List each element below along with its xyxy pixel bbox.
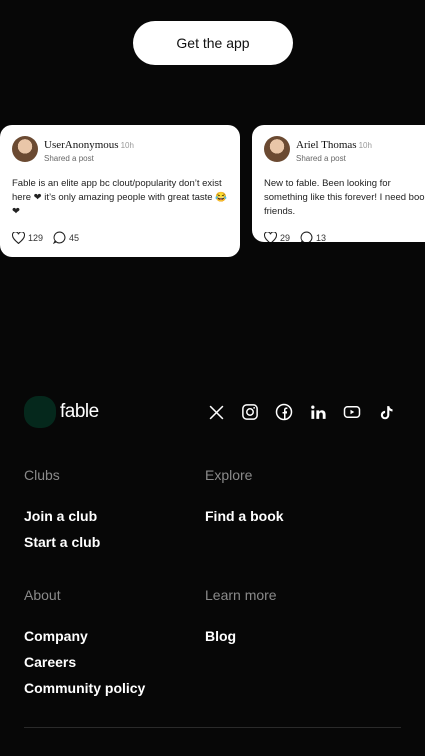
post-time: 10h	[358, 141, 372, 150]
clubs-column: Clubs Join a club Start a club	[24, 467, 100, 550]
comment-count: 13	[316, 232, 327, 243]
post-time: 10h	[120, 141, 134, 150]
instagram-icon	[242, 404, 258, 420]
like-button[interactable]: 29	[264, 231, 291, 243]
community-policy-link[interactable]: Community policy	[24, 680, 145, 696]
youtube-icon	[343, 406, 361, 418]
learn-more-column: Learn more Blog	[205, 587, 277, 644]
comment-count: 45	[69, 232, 80, 243]
post-username[interactable]: Ariel Thomas	[296, 139, 357, 151]
x-icon	[209, 405, 223, 419]
learn-more-heading: Learn more	[205, 587, 277, 603]
comment-button[interactable]: 45	[53, 231, 79, 244]
careers-link[interactable]: Careers	[24, 654, 145, 670]
company-link[interactable]: Company	[24, 628, 145, 644]
post-action: Shared a post	[44, 154, 94, 163]
x-link[interactable]	[206, 402, 226, 422]
logo-mark	[24, 396, 56, 428]
like-button[interactable]: 129	[12, 231, 44, 244]
linkedin-link[interactable]	[308, 402, 328, 422]
instagram-link[interactable]	[240, 402, 260, 422]
explore-column: Explore Find a book	[205, 467, 284, 524]
post-header: UserAnonymous 10h Shared a post	[12, 135, 228, 163]
get-the-app-button[interactable]: Get the app	[133, 21, 293, 65]
comment-icon	[53, 231, 66, 244]
explore-heading: Explore	[205, 467, 253, 483]
post-text: New to fable. Been looking for something…	[264, 178, 425, 217]
like-count: 129	[28, 232, 44, 243]
heart-icon	[264, 231, 277, 242]
avatar[interactable]	[12, 136, 38, 162]
blog-link[interactable]: Blog	[205, 628, 277, 644]
tiktok-link[interactable]	[376, 402, 396, 422]
tiktok-icon	[380, 405, 393, 419]
heart-icon	[12, 231, 25, 244]
post-card[interactable]: UserAnonymous 10h Shared a post Fable is …	[0, 125, 240, 257]
comment-icon	[300, 231, 313, 242]
join-a-club-link[interactable]: Join a club	[24, 508, 100, 524]
like-count: 29	[280, 232, 291, 243]
linkedin-icon	[310, 405, 326, 419]
facebook-icon	[275, 403, 293, 421]
post-text: Fable is an elite app bc clout/popularit…	[12, 178, 228, 217]
footer-divider	[24, 727, 401, 728]
find-a-book-link[interactable]: Find a book	[205, 508, 284, 524]
post-username[interactable]: UserAnonymous	[44, 139, 119, 151]
avatar[interactable]	[264, 136, 290, 162]
social-links	[206, 402, 410, 422]
post-header: Ariel Thomas 10h Shared a post	[264, 135, 425, 163]
post-action: Shared a post	[296, 154, 346, 163]
fable-logo[interactable]: fable	[24, 396, 99, 428]
facebook-link[interactable]	[274, 402, 294, 422]
about-column: About Company Careers Community policy	[24, 587, 145, 696]
post-card[interactable]: Ariel Thomas 10h Shared a post New to fab…	[252, 125, 425, 242]
youtube-link[interactable]	[342, 402, 362, 422]
comment-button[interactable]: 13	[300, 231, 326, 242]
brand-name: fable	[60, 401, 99, 422]
about-heading: About	[24, 587, 61, 603]
start-a-club-link[interactable]: Start a club	[24, 534, 100, 550]
clubs-heading: Clubs	[24, 467, 60, 483]
